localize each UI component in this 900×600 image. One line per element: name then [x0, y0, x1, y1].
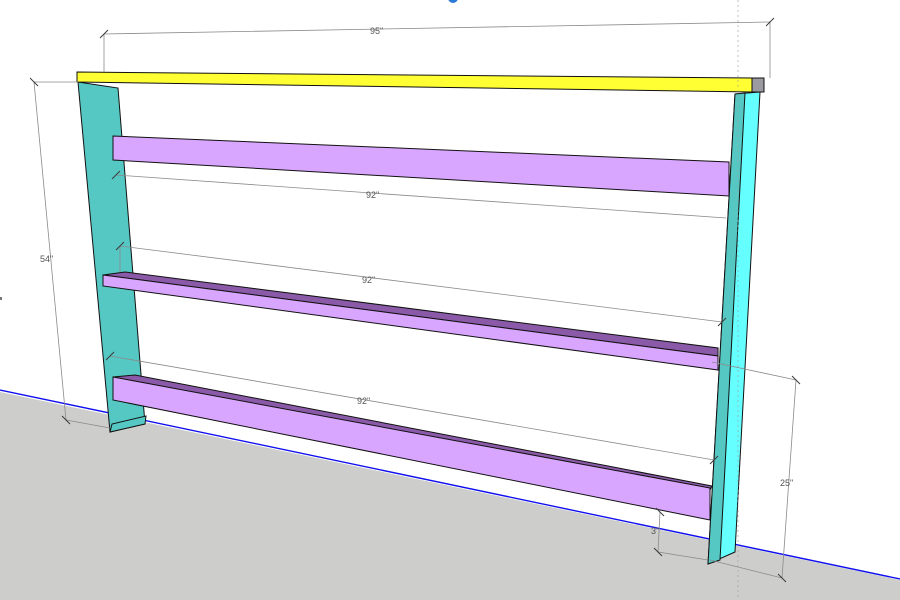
model-viewport[interactable]: 95" 54" 92" 92" 92" 25" 3" [0, 0, 900, 600]
viewport-marker-dot [448, 0, 458, 3]
rail-bottom-length-label: 92" [357, 396, 370, 406]
middle-rail-front-face[interactable] [102, 274, 719, 371]
bottom-gap-label: 3" [651, 526, 659, 536]
top-board-front-face[interactable] [76, 71, 753, 93]
top-board-end-face [751, 77, 765, 93]
dimension-overall-width: 95" [99, 17, 775, 78]
model-canvas[interactable]: 95" 54" 92" 92" 92" 25" 3" [0, 0, 900, 600]
overall-width-label: 95" [370, 26, 383, 36]
left-edge-artifact [0, 297, 2, 300]
overall-height-label: 54" [40, 254, 53, 264]
bottom-rail-height-label: 25" [780, 478, 793, 488]
rail-top-length-label: 92" [366, 190, 379, 200]
rail-middle-length-label: 92" [362, 275, 375, 285]
top-rail-front-face[interactable] [112, 135, 730, 197]
